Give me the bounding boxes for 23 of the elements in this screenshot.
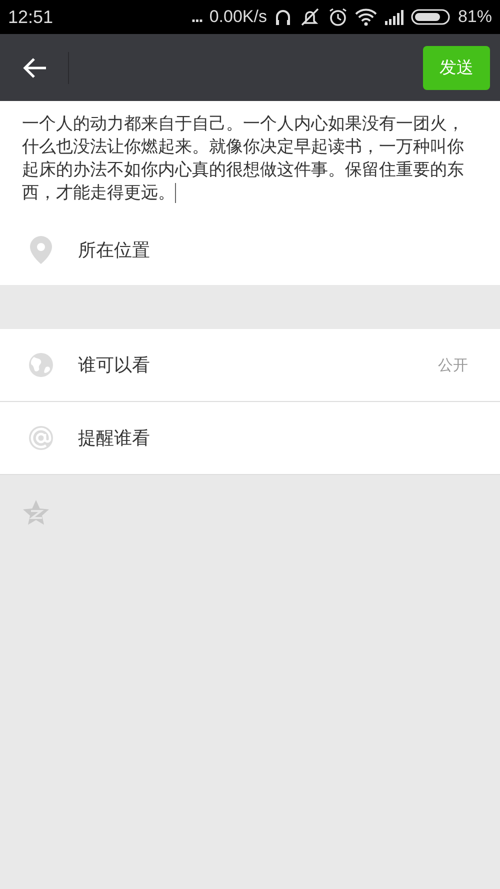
status-time: 12:51 (8, 6, 54, 28)
row-label: 提醒谁看 (78, 427, 150, 450)
signal-icon (384, 9, 404, 25)
alarm-clock-icon (328, 7, 348, 27)
headphones-icon (274, 8, 292, 26)
option-row[interactable]: 谁可以看 公开 (0, 329, 500, 401)
back-arrow-icon[interactable] (22, 56, 48, 78)
status-dots: ... (191, 7, 202, 27)
globe-icon (28, 352, 54, 378)
row-label: 所在位置 (78, 239, 150, 262)
at-sign-icon (28, 425, 54, 451)
location-pin-icon (28, 235, 54, 265)
option-row[interactable]: 提醒谁看 (0, 401, 500, 474)
post-text-field[interactable]: 一个人的动力都来自于自己。一个人内心如果没有一团火，什么也没法让你燃起来。就像你决定早起读书，一万种叫你起床的办法不如你内心真的很想做这件事。保留住重要的东西，才能走得更远。 (0, 101, 500, 215)
row-value: 公开 (438, 356, 468, 374)
network-speed: 0.00K/s (209, 7, 267, 27)
wifi-icon (354, 8, 377, 26)
location-row[interactable]: 所在位置 (0, 215, 500, 285)
muted-vibrate-icon (298, 8, 321, 26)
star-icon[interactable] (22, 499, 50, 527)
row-label: 谁可以看 (78, 354, 150, 377)
battery-percent: 81% (458, 7, 492, 27)
battery-icon (410, 8, 451, 26)
